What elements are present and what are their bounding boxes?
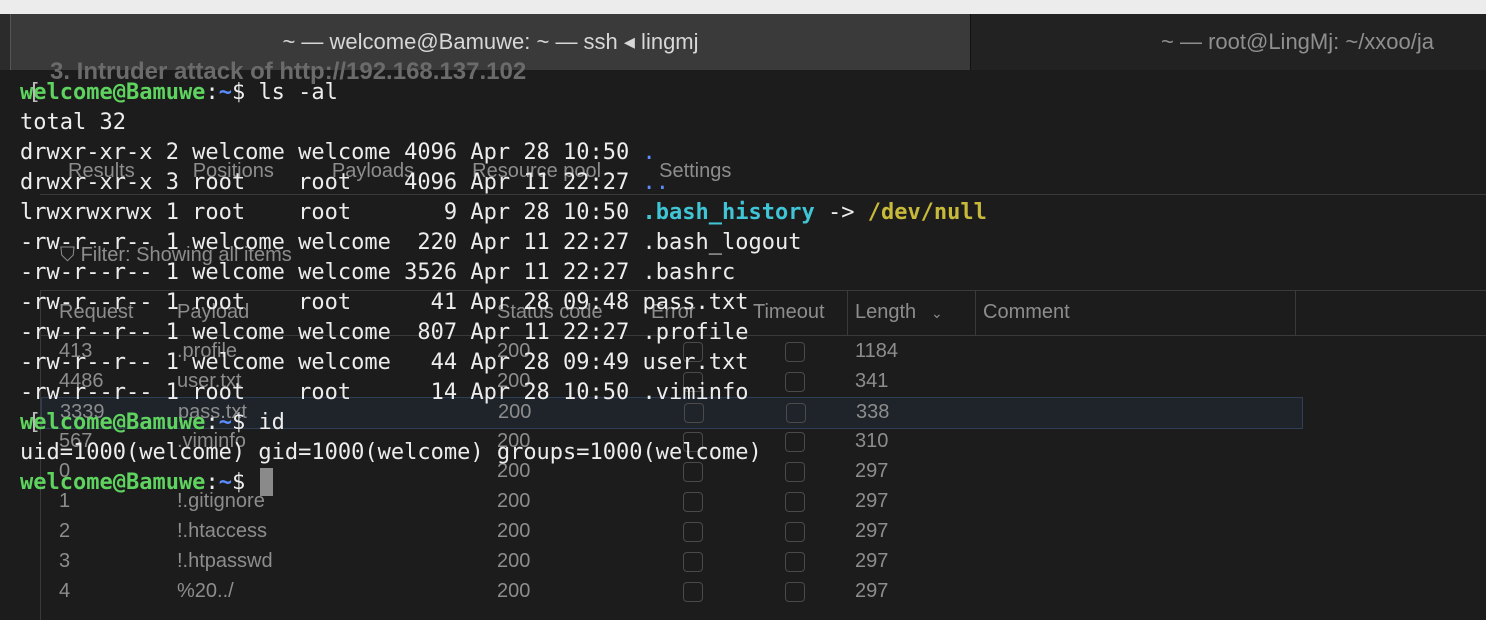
prompt-line: welcome@Bamuwe:~$ ls -al: [20, 78, 1480, 108]
ls-row-filename: .profile: [642, 320, 749, 345]
prompt-user: welcome@Bamuwe: [20, 410, 206, 435]
terminal-output[interactable]: [ [ welcome@Bamuwe:~$ ls -al total 32 dr…: [20, 78, 1480, 600]
command-text: id: [258, 410, 285, 435]
ls-row: lrwxrwxrwx 1 root root 9 Apr 28 10:50 .b…: [20, 198, 1480, 228]
ls-total-line: total 32: [20, 110, 126, 135]
ls-row-filename: .viminfo: [642, 380, 749, 405]
symlink-target: /dev/null: [867, 200, 987, 225]
ls-row-meta: -rw-r--r-- 1 root root 14 Apr 28 10:50: [20, 380, 643, 405]
id-output-line: uid=1000(welcome) gid=1000(welcome) grou…: [20, 440, 762, 465]
ls-row-meta: drwxr-xr-x 3 root root 4096 Apr 11 22:27: [20, 170, 643, 195]
ls-row-filename: ..: [642, 170, 670, 195]
ls-row-meta: -rw-r--r-- 1 welcome welcome 3526 Apr 11…: [20, 260, 643, 285]
prompt-path: ~: [218, 470, 232, 495]
ls-row: -rw-r--r-- 1 welcome welcome 220 Apr 11 …: [20, 228, 1480, 258]
prompt-user: welcome@Bamuwe: [20, 80, 206, 105]
ls-row-filename: pass.txt: [642, 290, 749, 315]
ls-row: -rw-r--r-- 1 welcome welcome 3526 Apr 11…: [20, 258, 1480, 288]
ls-row: drwxr-xr-x 2 welcome welcome 4096 Apr 28…: [20, 138, 1480, 168]
prompt-user: welcome@Bamuwe: [20, 470, 206, 495]
ls-row-filename: user.txt: [642, 350, 749, 375]
ls-listing: drwxr-xr-x 2 welcome welcome 4096 Apr 28…: [20, 138, 1480, 408]
prompt-path: ~: [218, 80, 232, 105]
prompt-symbol: $: [231, 80, 246, 105]
prompt-colon: :: [205, 470, 219, 495]
ls-row-meta: drwxr-xr-x 2 welcome welcome 4096 Apr 28…: [20, 140, 643, 165]
ls-row-filename: .: [642, 140, 656, 165]
prompt-mark: [: [28, 410, 42, 435]
ls-row: -rw-r--r-- 1 welcome welcome 807 Apr 11 …: [20, 318, 1480, 348]
ls-row-meta: -rw-r--r-- 1 welcome welcome 44 Apr 28 0…: [20, 350, 643, 375]
prompt-path: ~: [218, 410, 232, 435]
ls-row-meta: -rw-r--r-- 1 root root 41 Apr 28 09:48: [20, 290, 643, 315]
ls-row: drwxr-xr-x 3 root root 4096 Apr 11 22:27…: [20, 168, 1480, 198]
ls-row-filename: .bash_history: [642, 200, 815, 225]
prompt-colon: :: [205, 80, 219, 105]
ls-row-filename: .bash_logout: [642, 230, 802, 255]
ls-row-meta: -rw-r--r-- 1 welcome welcome 807 Apr 11 …: [20, 320, 643, 345]
ls-row: -rw-r--r-- 1 root root 41 Apr 28 09:48 p…: [20, 288, 1480, 318]
ls-row: -rw-r--r-- 1 root root 14 Apr 28 10:50 .…: [20, 378, 1480, 408]
prompt-colon: :: [205, 410, 219, 435]
symlink-arrow: ->: [814, 200, 868, 225]
ls-row: -rw-r--r-- 1 welcome welcome 44 Apr 28 0…: [20, 348, 1480, 378]
prompt-symbol: $: [231, 410, 246, 435]
prompt-mark: [: [28, 80, 42, 105]
ls-row-filename: .bashrc: [642, 260, 736, 285]
tab-root-lingmj[interactable]: ~ — root@LingMj: ~/xxoo/ja: [970, 14, 1486, 70]
ls-row-meta: lrwxrwxrwx 1 root root 9 Apr 28 10:50: [20, 200, 643, 225]
window-top-edge: [0, 0, 1486, 14]
prompt-line: welcome@Bamuwe:~$: [20, 468, 1480, 498]
command-text: ls -al: [258, 80, 338, 105]
prompt-line: welcome@Bamuwe:~$ id: [20, 408, 1480, 438]
terminal-cursor: [260, 468, 274, 496]
ls-row-meta: -rw-r--r-- 1 welcome welcome 220 Apr 11 …: [20, 230, 643, 255]
prompt-symbol: $: [231, 470, 246, 495]
